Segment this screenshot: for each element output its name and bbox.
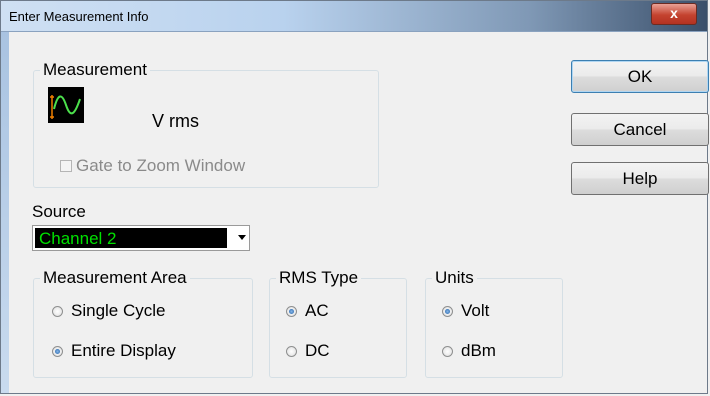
radio-button[interactable] bbox=[286, 345, 297, 357]
units-group: Units Volt dBm bbox=[425, 268, 563, 378]
measurement-dialog: Enter Measurement Info x Measurement V r… bbox=[0, 0, 709, 394]
cancel-button[interactable]: Cancel bbox=[571, 113, 709, 146]
source-selected-text: Channel 2 bbox=[39, 229, 117, 248]
radio-button[interactable] bbox=[286, 305, 297, 317]
radio-button[interactable] bbox=[442, 345, 453, 357]
measurement-group: Measurement V rms Gate to Zoom Window bbox=[33, 60, 379, 188]
window-frame-left bbox=[1, 32, 9, 393]
measurement-name: V rms bbox=[152, 111, 199, 131]
radio-dbm[interactable]: dBm bbox=[442, 341, 496, 361]
radio-entire-display[interactable]: Entire Display bbox=[52, 341, 176, 361]
radio-label: DC bbox=[305, 341, 330, 360]
radio-label: Entire Display bbox=[71, 341, 176, 360]
gate-to-zoom-checkbox[interactable]: Gate to Zoom Window bbox=[60, 156, 245, 176]
window-title: Enter Measurement Info bbox=[9, 9, 149, 24]
measurement-area-group: Measurement Area Single Cycle Entire Dis… bbox=[33, 268, 253, 378]
source-label: Source bbox=[32, 202, 86, 221]
gate-to-zoom-label: Gate to Zoom Window bbox=[76, 156, 246, 175]
ok-button[interactable]: OK bbox=[571, 60, 709, 93]
radio-button[interactable] bbox=[52, 345, 63, 357]
chevron-down-icon[interactable] bbox=[238, 235, 246, 240]
radio-single-cycle[interactable]: Single Cycle bbox=[52, 301, 166, 321]
radio-button[interactable] bbox=[442, 305, 453, 317]
radio-label: Volt bbox=[461, 301, 490, 320]
source-selected-value: Channel 2 bbox=[35, 228, 227, 248]
measurement-group-label: Measurement bbox=[40, 60, 150, 80]
radio-volt[interactable]: Volt bbox=[442, 301, 489, 321]
waveform-icon bbox=[48, 87, 84, 123]
title-bar[interactable]: Enter Measurement Info x bbox=[1, 1, 707, 32]
source-dropdown[interactable]: Channel 2 bbox=[32, 225, 250, 251]
rms-type-label: RMS Type bbox=[276, 268, 362, 288]
close-button[interactable]: x bbox=[651, 3, 697, 25]
radio-label: AC bbox=[305, 301, 329, 320]
radio-label: Single Cycle bbox=[71, 301, 166, 320]
rms-type-group: RMS Type AC DC bbox=[269, 268, 407, 378]
close-icon: x bbox=[670, 5, 678, 21]
help-button[interactable]: Help bbox=[571, 162, 709, 195]
radio-button[interactable] bbox=[52, 305, 63, 317]
measurement-area-label: Measurement Area bbox=[40, 268, 190, 288]
units-label: Units bbox=[432, 268, 477, 288]
radio-ac[interactable]: AC bbox=[286, 301, 329, 321]
radio-dc[interactable]: DC bbox=[286, 341, 330, 361]
checkbox-box[interactable] bbox=[60, 160, 72, 172]
radio-label: dBm bbox=[461, 341, 496, 360]
dialog-body: Measurement V rms Gate to Zoom Window OK… bbox=[9, 32, 709, 385]
